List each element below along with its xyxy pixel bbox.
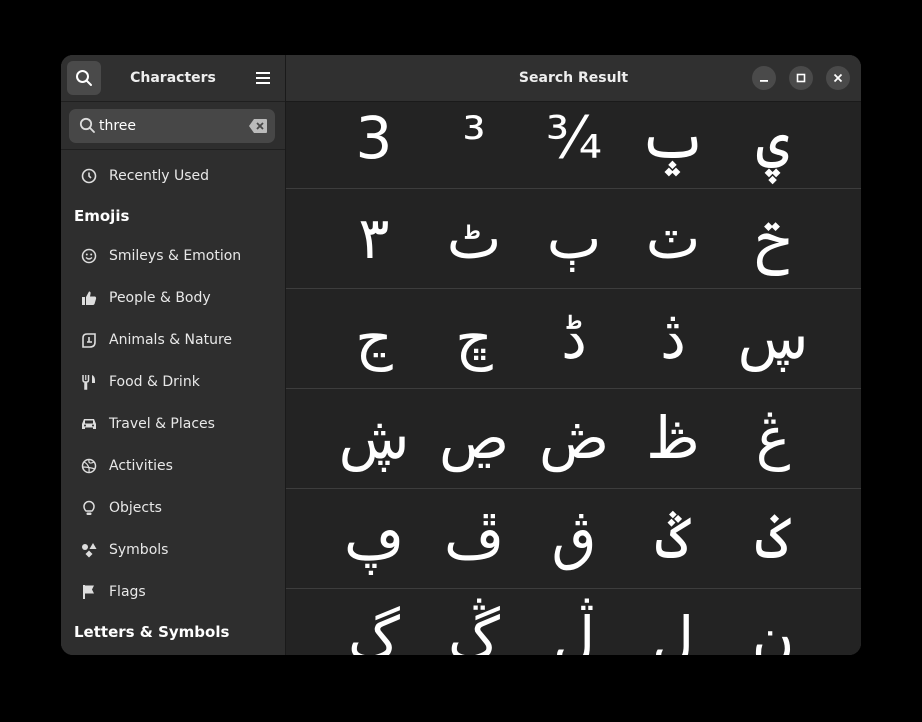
close-button[interactable]	[826, 66, 850, 90]
character-cell[interactable]: ڃ	[324, 288, 424, 388]
main-pane: Search Result 3³¾ݒۑ٣ٹٻٽݗڃڇڈڎڛڜڝڞڟڠڥڦڨݣݢڳ…	[286, 55, 861, 655]
sidebar-item-activities[interactable]: Activities	[61, 445, 285, 487]
sidebar-item-symbols[interactable]: Symbols	[61, 529, 285, 571]
character-cell[interactable]: ٽ	[623, 188, 723, 288]
character-cell[interactable]: 3	[324, 102, 424, 188]
character-cell[interactable]: ڞ	[524, 388, 624, 488]
character-cell[interactable]: ٹ	[424, 188, 524, 288]
result-row: ڳڴڷڸڹ	[286, 588, 861, 655]
character-cell[interactable]: ݗ	[723, 188, 823, 288]
section-header-letters: Letters & Symbols	[74, 623, 230, 641]
lightbulb-icon	[81, 500, 97, 516]
sidebar-item-label: Symbols	[109, 542, 169, 558]
animal-icon	[81, 332, 97, 348]
sidebar-item-label: Recently Used	[109, 168, 210, 184]
result-row: ڜڝڞڟڠ	[286, 388, 861, 489]
sidebar-item-label: Flags	[109, 584, 146, 600]
thumbs-up-icon	[81, 290, 97, 306]
character-cell[interactable]: ڎ	[623, 288, 723, 388]
character-cell[interactable]: ٻ	[524, 188, 624, 288]
shapes-icon	[81, 542, 97, 558]
result-row: ٣ٹٻٽݗ	[286, 188, 861, 289]
search-icon	[76, 70, 92, 86]
sidebar-item-objects[interactable]: Objects	[61, 487, 285, 529]
minimize-button[interactable]	[752, 66, 776, 90]
sidebar-item-people[interactable]: People & Body	[61, 277, 285, 319]
search-bar	[61, 102, 285, 150]
main-header: Search Result	[286, 55, 861, 102]
cutlery-icon	[81, 374, 97, 390]
character-cell[interactable]: ڜ	[324, 388, 424, 488]
hamburger-menu-icon	[256, 72, 270, 84]
search-entry[interactable]	[69, 109, 275, 143]
close-icon	[833, 73, 843, 83]
ball-icon	[81, 458, 97, 474]
character-cell[interactable]: ݣ	[623, 488, 723, 588]
character-cell[interactable]: ڸ	[623, 588, 723, 655]
sidebar-item-label: Activities	[109, 458, 173, 474]
flag-icon	[81, 584, 97, 600]
sidebar-item-label: People & Body	[109, 290, 211, 306]
clear-search-icon[interactable]	[249, 119, 267, 133]
character-cell[interactable]: ݢ	[723, 488, 823, 588]
character-cell[interactable]: ڹ	[723, 588, 823, 655]
character-cell[interactable]: ڥ	[324, 488, 424, 588]
character-cell[interactable]: ڈ	[524, 288, 624, 388]
sidebar-item-food[interactable]: Food & Drink	[61, 361, 285, 403]
character-cell[interactable]: ڷ	[524, 588, 624, 655]
result-row: ڃڇڈڎڛ	[286, 288, 861, 389]
character-cell[interactable]: ݒ	[623, 102, 723, 188]
clock-icon	[81, 168, 97, 184]
section-header-emojis: Emojis	[74, 207, 130, 225]
sidebar-item-flags[interactable]: Flags	[61, 571, 285, 613]
character-cell[interactable]: ڟ	[623, 388, 723, 488]
sidebar-item-travel[interactable]: Travel & Places	[61, 403, 285, 445]
sidebar-item-label: Travel & Places	[109, 416, 215, 432]
character-cell[interactable]: ڛ	[723, 288, 823, 388]
character-cell[interactable]: ڝ	[424, 388, 524, 488]
sidebar-item-animals[interactable]: Animals & Nature	[61, 319, 285, 361]
character-cell[interactable]: ڨ	[524, 488, 624, 588]
character-cell[interactable]: ڦ	[424, 488, 524, 588]
maximize-icon	[796, 73, 806, 83]
character-cell[interactable]: ³	[424, 102, 524, 188]
character-grid: 3³¾ݒۑ٣ٹٻٽݗڃڇڈڎڛڜڝڞڟڠڥڦڨݣݢڳڴڷڸڹ	[286, 102, 861, 655]
sidebar-item-smileys[interactable]: Smileys & Emotion	[61, 235, 285, 277]
main-menu-button[interactable]	[251, 67, 275, 89]
minimize-icon	[760, 80, 768, 82]
character-cell[interactable]: ڳ	[324, 588, 424, 655]
result-row: ڥڦڨݣݢ	[286, 488, 861, 589]
character-cell[interactable]: ڇ	[424, 288, 524, 388]
search-icon	[79, 117, 95, 133]
app-window: Characters three Recently Used Emojis Sm…	[61, 55, 861, 655]
sidebar-item-label: Animals & Nature	[109, 332, 233, 348]
category-list: Recently Used Emojis Smileys & Emotion P…	[61, 155, 285, 651]
sidebar-item-label: Smileys & Emotion	[109, 248, 242, 264]
result-row: 3³¾ݒۑ	[286, 102, 861, 189]
smiley-icon	[81, 248, 97, 264]
search-input[interactable]	[99, 109, 239, 143]
sidebar: Characters three Recently Used Emojis Sm…	[61, 55, 286, 655]
sidebar-item-label: Food & Drink	[109, 374, 200, 390]
sidebar-item-recently-used[interactable]: Recently Used	[61, 155, 285, 197]
sidebar-item-label: Objects	[109, 500, 162, 516]
search-toggle-button[interactable]	[67, 61, 101, 95]
character-cell[interactable]: ¾	[524, 102, 624, 188]
character-cell[interactable]: ۑ	[723, 102, 823, 188]
character-cell[interactable]: ڴ	[424, 588, 524, 655]
maximize-button[interactable]	[789, 66, 813, 90]
character-cell[interactable]: ڠ	[723, 388, 823, 488]
character-cell[interactable]: ٣	[324, 188, 424, 288]
car-icon	[81, 416, 97, 432]
sidebar-header: Characters	[61, 55, 285, 102]
